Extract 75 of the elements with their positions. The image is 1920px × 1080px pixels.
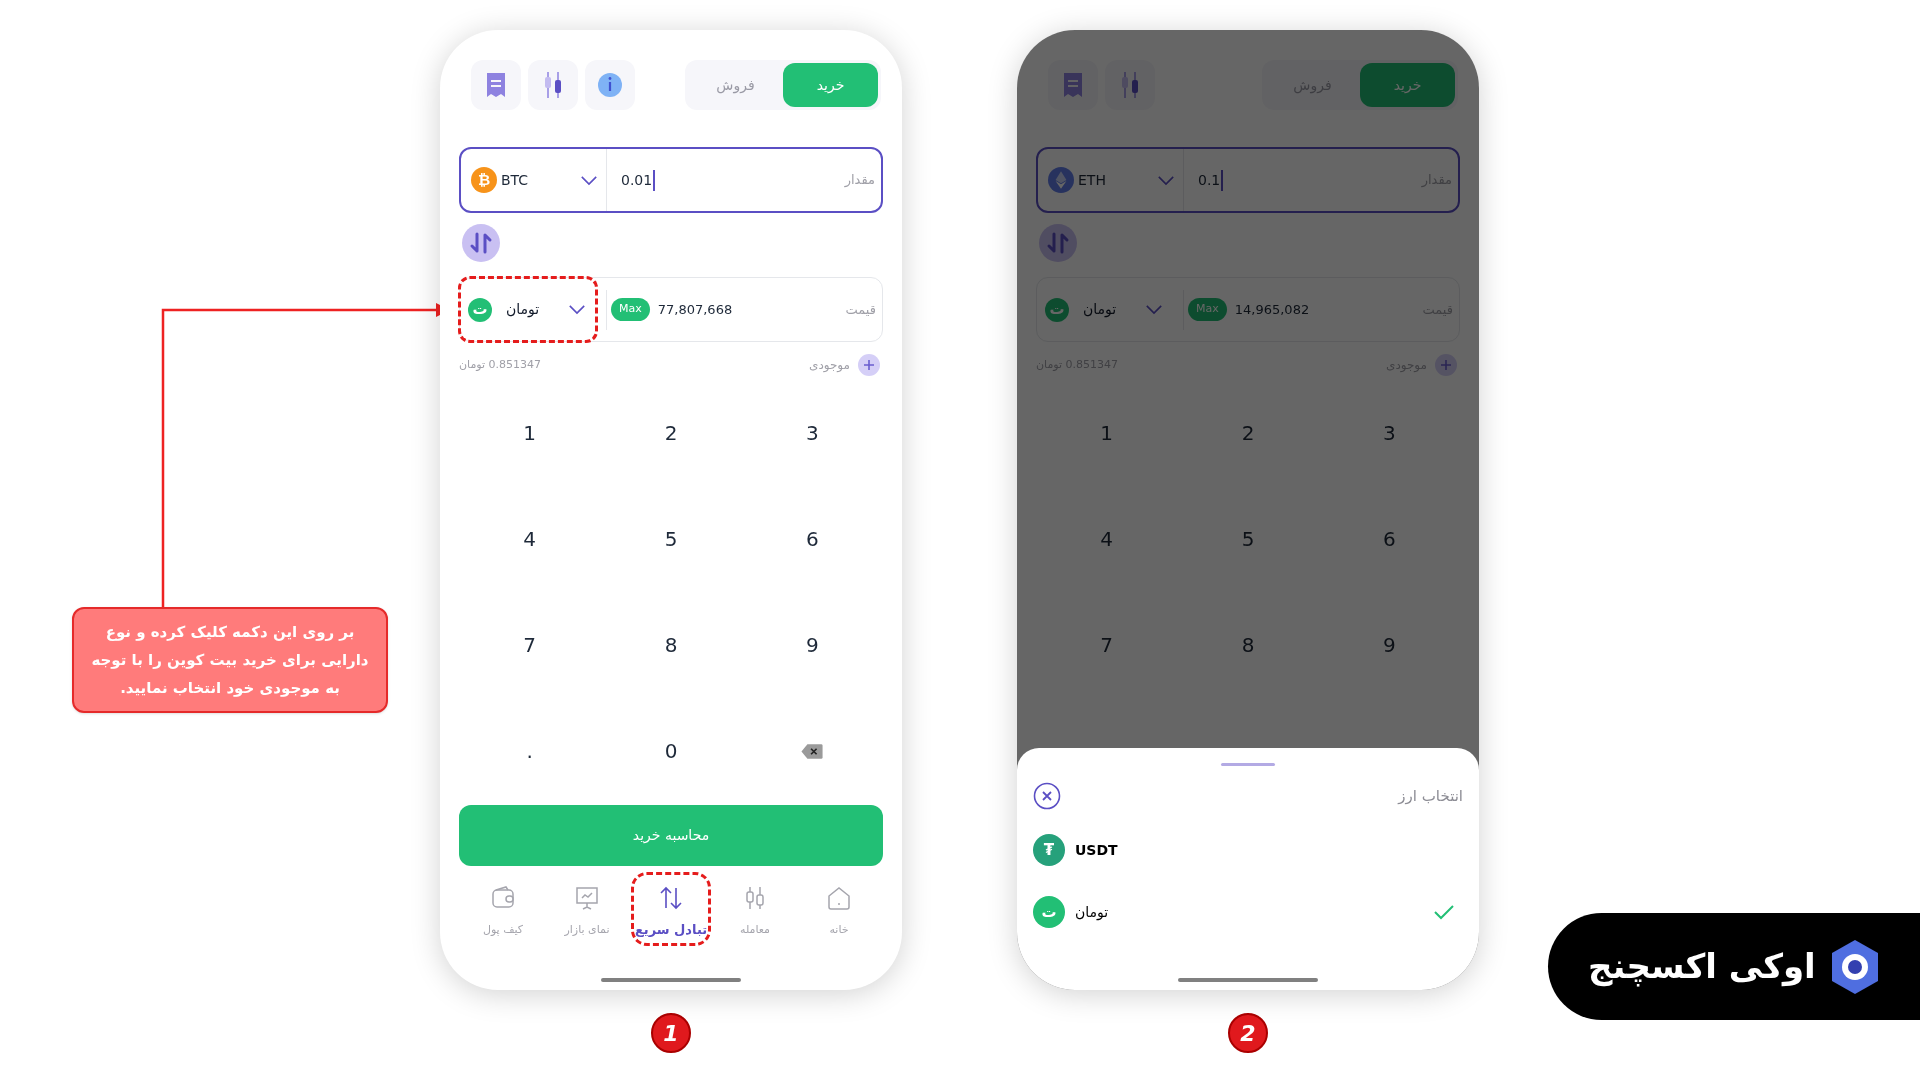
coin-icon: ₿ xyxy=(471,167,497,193)
callout-text: بر روی این دکمه کلیک کرده و نوع دارایی برای خرید بیت کوین را با توجه به موجودی خود انتخاب نمایید. xyxy=(90,622,370,699)
amount-value[interactable]: 0.1 xyxy=(1198,169,1224,191)
chevron-icon[interactable] xyxy=(1145,304,1163,315)
keypad-key[interactable]: 5 xyxy=(1229,524,1267,554)
receipt-icon[interactable] xyxy=(471,60,521,110)
keypad-key[interactable]: 1 xyxy=(511,418,549,448)
currency-code: USDT xyxy=(1075,840,1118,860)
tab[interactable]: خرید xyxy=(1360,63,1455,107)
brand-name: اوکی اکسچنج xyxy=(1588,945,1816,989)
hexagon-logo-icon xyxy=(1829,938,1880,995)
keypad-key[interactable]: . xyxy=(514,736,545,766)
chevron-icon[interactable] xyxy=(580,174,598,186)
coin-code[interactable]: BTC xyxy=(501,169,580,191)
keypad-key[interactable]: 7 xyxy=(1088,630,1126,660)
coin-icon: ₮ xyxy=(1033,834,1065,866)
keypad-key[interactable]: 2 xyxy=(652,418,690,448)
keypad-key[interactable]: 6 xyxy=(1370,524,1408,554)
plus-icon[interactable] xyxy=(1435,354,1457,376)
chart-board-icon[interactable] xyxy=(573,884,601,912)
coin-icon: ت xyxy=(1033,896,1065,928)
keypad-key[interactable]: 4 xyxy=(511,524,549,554)
currency-name[interactable]: تومان xyxy=(1083,299,1145,320)
keypad-key[interactable]: 9 xyxy=(1370,630,1408,660)
coin-code[interactable]: ETH xyxy=(1078,169,1157,191)
currency-option[interactable]: ت تومان xyxy=(1033,890,1463,934)
field-label: قیمت xyxy=(845,300,876,319)
keypad-key[interactable]: 3 xyxy=(793,418,831,448)
balance-value: 0.851347 تومان xyxy=(459,356,542,373)
balance-label: موجودی xyxy=(809,357,850,374)
keypad-key[interactable]: 6 xyxy=(793,524,831,554)
keypad-key[interactable]: 8 xyxy=(652,630,690,660)
keypad-key[interactable]: 9 xyxy=(793,630,831,660)
backspace-icon[interactable] xyxy=(801,742,824,760)
home-icon[interactable] xyxy=(825,884,853,912)
nav-tab[interactable]: کیف پول xyxy=(482,922,524,939)
chevron-icon[interactable] xyxy=(1157,174,1175,186)
currency-code: تومان xyxy=(1075,902,1109,923)
coin-icon xyxy=(1048,167,1074,193)
chevron-icon[interactable] xyxy=(568,304,586,315)
price-value: 14,965,082 xyxy=(1234,300,1310,319)
max-button[interactable]: Max xyxy=(1188,298,1227,321)
close-icon[interactable] xyxy=(1033,782,1061,810)
step-marker: 1 xyxy=(651,1013,691,1053)
keypad-key[interactable]: 3 xyxy=(1370,418,1408,448)
amount-value[interactable]: 0.01 xyxy=(621,169,656,191)
nav-tab[interactable]: تبادل سریع xyxy=(634,920,708,940)
field-label: مقدار xyxy=(844,171,875,190)
currency-name[interactable]: تومان xyxy=(506,299,568,320)
sheet-title: انتخاب ارز xyxy=(1398,785,1463,807)
info-icon[interactable] xyxy=(585,60,635,110)
keypad-key[interactable]: 2 xyxy=(1229,418,1267,448)
max-button[interactable]: Max xyxy=(611,298,650,321)
step-marker: 2 xyxy=(1228,1013,1268,1053)
keypad-key[interactable]: 7 xyxy=(511,630,549,660)
currency-option[interactable]: ₮ USDT xyxy=(1033,828,1463,872)
coin-icon: ت xyxy=(1045,297,1069,322)
swap-icon[interactable] xyxy=(1039,224,1077,262)
price-value: 77,807,668 xyxy=(657,300,733,319)
nav-tab[interactable]: نمای بازار xyxy=(564,922,610,939)
keypad-key[interactable]: 0 xyxy=(652,736,690,766)
calculate-button[interactable]: محاسبه خرید xyxy=(459,805,883,866)
coin-icon: ت xyxy=(468,297,492,322)
candlestick-icon[interactable] xyxy=(528,60,578,110)
tab[interactable]: خرید xyxy=(783,63,878,107)
drag-handle[interactable] xyxy=(1221,763,1275,766)
keypad-key[interactable]: 1 xyxy=(1088,418,1126,448)
keypad-key[interactable]: 4 xyxy=(1088,524,1126,554)
keypad-key[interactable]: 8 xyxy=(1229,630,1267,660)
nav-tab[interactable]: معامله xyxy=(740,922,770,939)
tab[interactable]: فروش xyxy=(688,63,783,107)
plus-icon[interactable] xyxy=(858,354,880,376)
swap-icon[interactable] xyxy=(462,224,500,262)
nav-tab[interactable]: خانه xyxy=(829,922,849,939)
keypad-key[interactable]: 5 xyxy=(652,524,690,554)
